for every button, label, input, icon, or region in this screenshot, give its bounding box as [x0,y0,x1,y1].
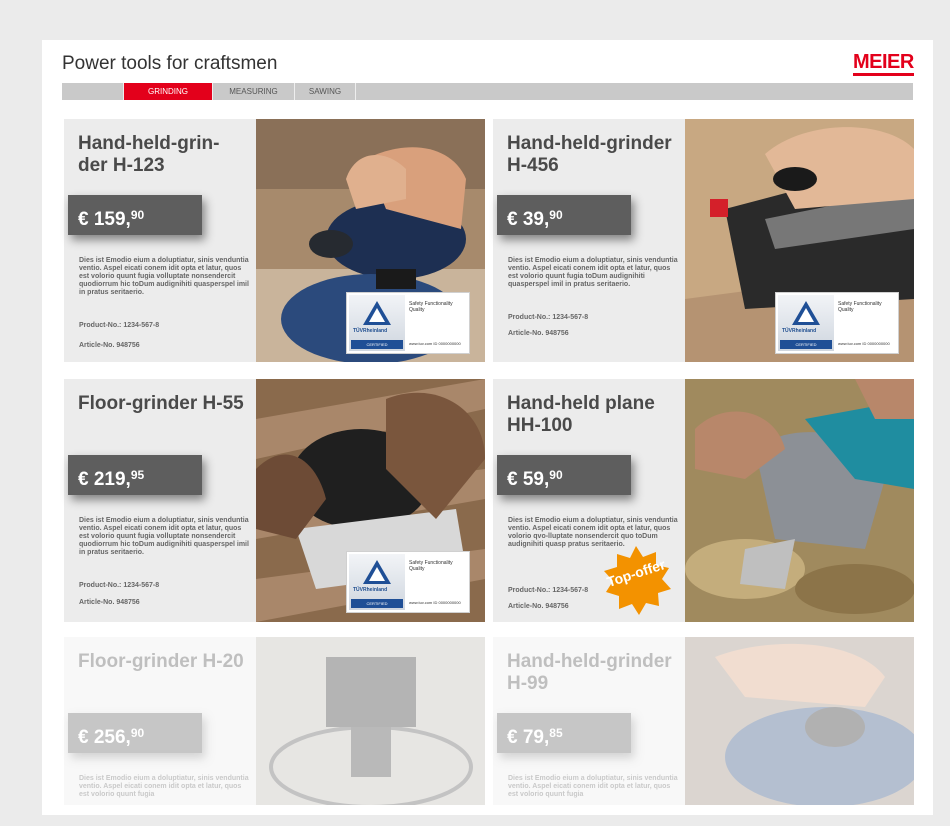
nav-item-blank[interactable] [62,83,124,100]
product-photo[interactable]: TÜVRheinland CERTIFIED Safety Functional… [685,119,914,362]
product-photo[interactable] [685,637,914,805]
product-card-hh100[interactable]: Hand-held plane HH-100 € 59,90 Dies ist … [493,379,914,622]
product-card-h456[interactable]: Hand-held-grinder H-456 € 39,90 Dies ist… [493,119,914,362]
product-photo[interactable]: TÜVRheinland CERTIFIED Safety Functional… [256,379,485,622]
nav-item-grinding[interactable]: GRINDING [124,83,213,100]
price-tag: € 79,85 [497,713,631,753]
product-title: Hand-held-grinder H-456 [507,133,672,176]
product-info: Hand-held-grinder H-456 € 39,90 Dies ist… [493,119,685,362]
article-number: Article-No. 948756 [508,603,569,610]
product-card-h20[interactable]: Floor-grinder H-20 € 256,90 Dies ist Emo… [64,637,485,805]
product-info: Floor-grinder H-55 € 219,95 Dies ist Emo… [64,379,256,622]
product-card-h123[interactable]: Hand-held-grin-der H-123 € 159,90 Dies i… [64,119,485,362]
article-number: Article-No. 948756 [508,330,569,337]
price-tag: € 59,90 [497,455,631,495]
product-photo[interactable]: TÜVRheinland CERTIFIED Safety Functional… [256,119,485,362]
product-number: Product-No.: 1234-567-8 [79,582,160,589]
product-title: Floor-grinder H-20 [78,651,244,672]
nav-item-measuring[interactable]: MEASURING [213,83,295,100]
product-info: Hand-held-grin-der H-123 € 159,90 Dies i… [64,119,256,362]
product-info: Floor-grinder H-20 € 256,90 Dies ist Emo… [64,637,256,805]
article-number: Article-No. 948756 [79,342,140,349]
product-description: Dies ist Emodio eium a doluptiatur, sini… [79,517,249,556]
product-title: Hand-held plane HH-100 [507,393,655,436]
page-title: Power tools for craftsmen [62,53,278,74]
tuv-certificate-badge: TÜVRheinland CERTIFIED Safety Functional… [775,292,899,354]
nav-item-sawing[interactable]: SAWING [295,83,356,100]
top-offer-badge[interactable]: Top-offer [601,546,671,616]
article-number: Article-No. 948756 [79,599,140,606]
price-tag: € 219,95 [68,455,202,495]
meier-logo[interactable]: MEIER [853,52,914,76]
category-nav: GRINDING MEASURING SAWING [62,83,913,100]
product-number: Product-No.: 1234-567-8 [508,587,589,594]
product-card-h99[interactable]: Hand-held-grinder H-99 € 79,85 Dies ist … [493,637,914,805]
product-description: Dies ist Emodio eium a doluptiatur, sini… [79,257,249,296]
product-photo[interactable] [256,637,485,805]
product-description: Dies ist Emodio eium a doluptiatur, sini… [79,775,249,798]
tuv-certificate-badge: TÜVRheinland CERTIFIED Safety Functional… [346,292,470,354]
price-tag: € 39,90 [497,195,631,235]
product-title: Hand-held-grin-der H-123 [78,133,220,176]
product-info: Hand-held-grinder H-99 € 79,85 Dies ist … [493,637,685,805]
product-title: Hand-held-grinder H-99 [507,651,672,694]
product-title: Floor-grinder H-55 [78,393,244,414]
product-card-h55[interactable]: Floor-grinder H-55 € 219,95 Dies ist Emo… [64,379,485,622]
price-tag: € 159,90 [68,195,202,235]
product-number: Product-No.: 1234-567-8 [508,314,589,321]
price-tag: € 256,90 [68,713,202,753]
product-description: Dies ist Emodio eium a doluptiatur, sini… [508,517,678,548]
product-description: Dies ist Emodio eium a doluptiatur, sini… [508,257,678,288]
product-number: Product-No.: 1234-567-8 [79,322,160,329]
product-description: Dies ist Emodio eium a doluptiatur, sini… [508,775,678,798]
tuv-certificate-badge: TÜVRheinland CERTIFIED Safety Functional… [346,551,470,613]
product-photo[interactable] [685,379,914,622]
